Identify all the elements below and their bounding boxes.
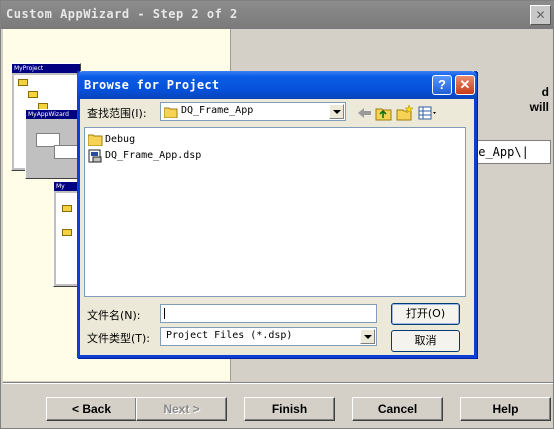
project-path-field[interactable]: me_App\| [467,140,551,164]
illustration-box [54,145,78,159]
dialog-close-button[interactable]: ✕ [455,75,475,95]
illustration-window-title: MyProject [12,64,80,73]
wizard-description-text: will [529,100,549,114]
filetype-label: 文件类型(T): [87,332,151,345]
chevron-down-icon[interactable] [360,329,375,344]
wizard-description-text: d [541,85,549,99]
finish-button[interactable]: Finish [244,397,335,421]
cancel-button[interactable]: Cancel [352,397,443,421]
filename-label: 文件名(N): [87,309,141,322]
dialog-help-button[interactable]: ? [432,75,452,95]
back-arrow-icon[interactable] [356,105,373,121]
folder-icon [164,107,178,118]
dialog-title: Browse for Project [84,78,220,92]
open-button[interactable]: 打开(O) [391,303,460,325]
list-item[interactable]: Debug [88,132,135,147]
close-icon: ✕ [535,8,546,22]
illustration-window-title: MyAppWizard [26,110,84,119]
wizard-separator [3,382,553,384]
look-in-value: DQ_Frame_App [181,105,254,116]
illustration-dialog-body [28,121,82,176]
dialog-title-bar[interactable]: Browse for Project ? ✕ [77,71,477,99]
dsp-file-icon [88,149,102,162]
wizard-close-button[interactable]: ✕ [530,5,551,25]
folder-icon [62,205,72,212]
wizard-title: Custom AppWizard - Step 2 of 2 [6,7,238,21]
text-cursor [164,308,165,319]
next-button: Next > [136,397,227,421]
up-folder-icon[interactable] [375,105,392,121]
look-in-combo[interactable]: DQ_Frame_App [160,102,346,121]
wizard-title-bar[interactable]: Custom AppWizard - Step 2 of 2 ✕ [1,1,554,29]
list-item[interactable]: DQ_Frame_App.dsp [88,148,201,163]
illustration-appwizard-window: MyAppWizard [25,109,85,179]
filetype-value: Project Files (*.dsp) [166,330,293,341]
back-button[interactable]: < Back [46,397,137,421]
help-button[interactable]: Help [460,397,551,421]
file-name: DQ_Frame_App.dsp [105,150,202,161]
look-in-label: 查找范围(I): [87,107,147,120]
folder-icon [28,91,38,98]
file-name: Debug [105,134,136,145]
view-menu-icon[interactable] [418,105,438,121]
dialog-cancel-button[interactable]: 取消 [391,330,460,352]
folder-icon [88,134,103,146]
filename-input[interactable] [160,304,377,323]
filetype-select[interactable]: Project Files (*.dsp) [160,327,377,346]
file-list[interactable]: Debug DQ_Frame_App.dsp [84,127,466,297]
new-folder-icon[interactable] [396,105,413,121]
close-icon: ✕ [459,77,471,92]
folder-icon [62,229,72,236]
folder-icon [18,79,28,86]
help-icon: ? [438,77,446,92]
chevron-down-icon[interactable] [329,104,344,119]
